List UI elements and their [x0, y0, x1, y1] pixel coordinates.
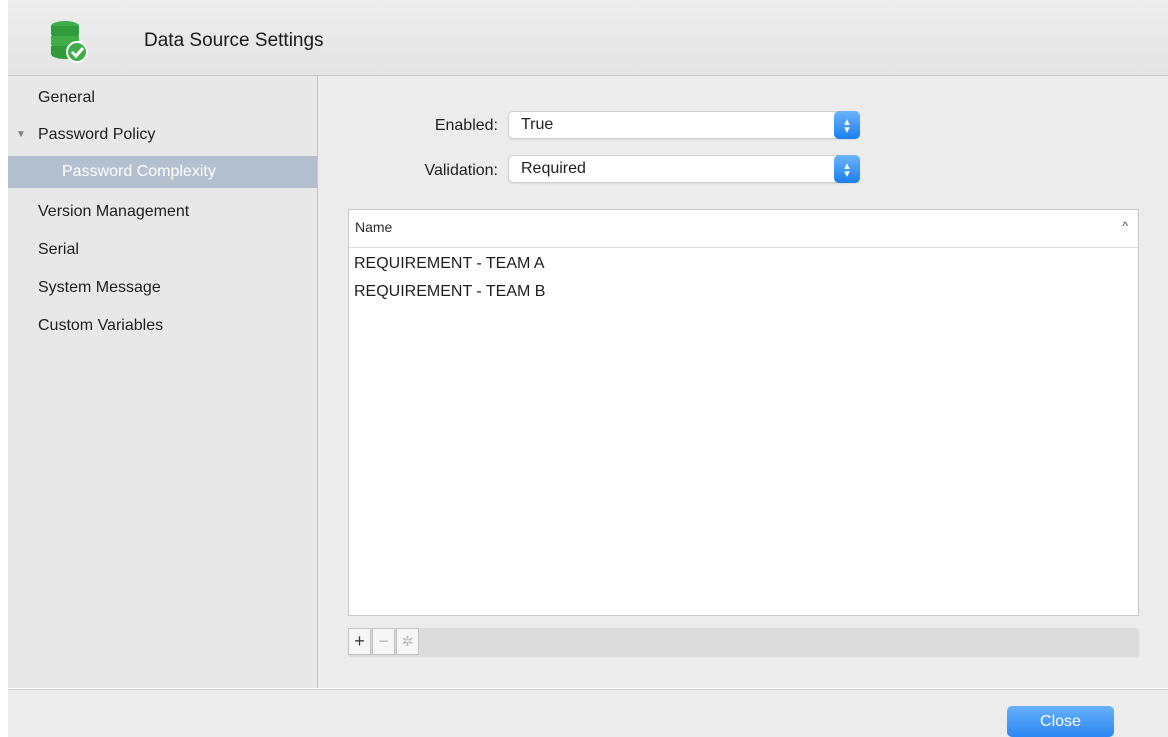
table-toolbar: + − ✲ [348, 628, 1139, 657]
add-row-button[interactable]: + [348, 628, 371, 655]
sort-ascending-icon[interactable]: ^ [1122, 219, 1128, 233]
sidebar-item-general[interactable]: General [8, 82, 317, 114]
remove-row-button[interactable]: − [372, 628, 395, 655]
validation-select[interactable]: Required ▴ ▾ [508, 155, 860, 183]
sidebar-item-label: General [38, 89, 95, 106]
database-check-icon [51, 21, 88, 63]
enabled-select-value: True [521, 116, 554, 133]
sidebar: General ▼ Password Policy Password Compl… [8, 76, 318, 688]
sidebar-item-label: Version Management [38, 203, 190, 220]
window-title: Data Source Settings [144, 30, 324, 51]
table-row[interactable]: REQUIREMENT - TEAM B [354, 278, 545, 306]
gear-icon[interactable]: ✲ [396, 628, 419, 655]
requirements-table[interactable]: Name ^ REQUIREMENT - TEAM A REQUIREMENT … [348, 209, 1139, 616]
sidebar-item-label: Password Policy [38, 126, 156, 143]
window-titlebar: Data Source Settings [8, 0, 1168, 76]
sidebar-item-password-complexity[interactable]: Password Complexity [8, 156, 317, 188]
validation-select-value: Required [521, 160, 586, 177]
validation-label: Validation: [424, 162, 498, 179]
sidebar-item-label: Password Complexity [62, 163, 216, 180]
sidebar-item-system-message[interactable]: System Message [8, 272, 317, 304]
enabled-label: Enabled: [434, 117, 498, 134]
select-stepper-icon: ▴ ▾ [834, 155, 860, 183]
select-stepper-icon: ▴ ▾ [834, 111, 860, 139]
settings-panel: Enabled: True ▴ ▾ Validation: Required ▴ ▾… [318, 76, 1168, 688]
enabled-select[interactable]: True ▴ ▾ [508, 111, 860, 139]
close-button[interactable]: Close [1007, 706, 1114, 737]
sidebar-item-custom-variables[interactable]: Custom Variables [8, 310, 317, 342]
table-row[interactable]: REQUIREMENT - TEAM A [354, 250, 545, 278]
sidebar-item-serial[interactable]: Serial [8, 234, 317, 266]
sidebar-item-version-management[interactable]: Version Management [8, 196, 317, 228]
column-header-name[interactable]: Name [355, 219, 392, 235]
table-header[interactable]: Name ^ [349, 210, 1138, 248]
sidebar-item-label: Serial [38, 241, 79, 258]
sidebar-item-label: System Message [38, 279, 161, 296]
sidebar-item-label: Custom Variables [38, 317, 164, 334]
disclosure-triangle-icon[interactable]: ▼ [16, 119, 26, 151]
window-footer: Close [8, 689, 1168, 737]
sidebar-item-password-policy[interactable]: ▼ Password Policy [8, 119, 317, 151]
